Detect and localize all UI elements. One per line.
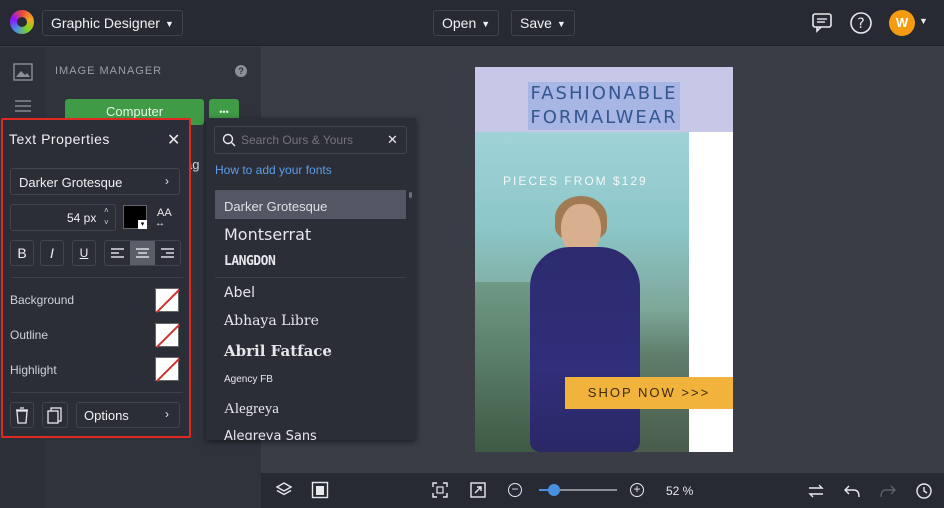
zoom-out-icon[interactable]: − (508, 483, 522, 497)
highlight-color-swatch[interactable] (155, 357, 179, 381)
zoom-slider[interactable] (539, 484, 617, 496)
design-canvas[interactable]: FASHIONABLE FORMALWEAR PIECES FROM $129 … (475, 67, 733, 452)
background-color-swatch[interactable] (155, 288, 179, 312)
project-type-dropdown[interactable]: Graphic Designer ▼ (42, 10, 183, 36)
subtitle-text[interactable]: PIECES FROM $129 (503, 174, 648, 188)
font-search-field[interactable]: ✕ (214, 126, 407, 154)
search-icon (222, 133, 236, 152)
dropdown-icon: ▾ (138, 220, 147, 229)
bold-button[interactable]: B (10, 240, 34, 266)
font-option[interactable]: Montserrat (224, 225, 311, 244)
font-size-stepper[interactable]: 54 px ˄ ˅ (10, 204, 116, 231)
chevron-down-icon[interactable]: ▼ (919, 16, 928, 26)
open-label: Open (442, 15, 477, 31)
save-label: Save (520, 15, 552, 31)
svg-text:?: ? (857, 16, 864, 32)
plant-foliage (475, 282, 535, 452)
font-option[interactable]: Abril Fatface (224, 342, 332, 360)
redo-icon (879, 482, 897, 505)
open-button[interactable]: Open ▼ (433, 10, 500, 36)
chevron-down-icon: ▼ (164, 19, 174, 29)
font-option[interactable]: LANGDON (224, 254, 276, 269)
font-dropdown: ✕ How to add your fonts Darker Grotesque… (206, 118, 416, 440)
outline-color-swatch[interactable] (155, 323, 179, 347)
user-avatar[interactable]: W (889, 10, 915, 36)
duplicate-icon[interactable] (42, 402, 68, 428)
zoom-in-icon[interactable]: + (630, 483, 644, 497)
fit-screen-icon[interactable] (432, 482, 448, 503)
title-line-1: FASHIONABLE (528, 82, 680, 106)
panel-header: IMAGE MANAGER (55, 65, 163, 77)
highlight-label: Highlight (10, 363, 57, 377)
italic-button[interactable]: I (40, 240, 64, 266)
outline-label: Outline (10, 328, 49, 342)
layers-icon[interactable] (275, 481, 293, 504)
font-option[interactable]: Agency FB (224, 374, 273, 385)
text-color-swatch[interactable]: ▾ (123, 205, 147, 229)
shop-now-button[interactable]: SHOP NOW >>> (565, 377, 733, 409)
help-icon[interactable]: ? (235, 65, 247, 77)
title-line-2: FORMALWEAR (528, 106, 680, 130)
help-icon[interactable]: ? (849, 11, 873, 35)
font-size-value: 54 px (67, 211, 97, 225)
chat-icon[interactable] (810, 11, 834, 33)
chevron-down-icon: ▼ (481, 19, 491, 29)
chevron-right-icon: › (165, 174, 169, 188)
font-option[interactable]: Abhaya Libre (224, 313, 319, 329)
model-dress (530, 247, 640, 452)
alignment-group (104, 240, 181, 266)
add-fonts-help-link[interactable]: How to add your fonts (215, 163, 332, 177)
divider (11, 392, 183, 393)
align-left-icon[interactable] (105, 241, 130, 265)
text-properties-panel: Text Properties ✕ Darker Grotesque › 54 … (1, 118, 191, 438)
align-center-icon[interactable] (130, 241, 155, 265)
font-search-input[interactable] (241, 131, 381, 149)
decrement-icon[interactable]: ˅ (104, 218, 109, 227)
template-icon[interactable] (311, 481, 329, 504)
resize-arrows-icon: ↔ (155, 218, 165, 229)
background-label: Background (10, 293, 75, 307)
divider (11, 277, 183, 278)
app-logo-icon[interactable] (10, 10, 34, 34)
zoom-slider-handle[interactable] (548, 484, 560, 496)
project-type-label: Graphic Designer (51, 15, 160, 31)
font-option[interactable]: Alegreya (224, 401, 279, 418)
undo-icon[interactable] (843, 482, 861, 505)
image-icon[interactable] (13, 63, 33, 86)
options-button[interactable]: Options › (76, 402, 180, 428)
zoom-level: 52 % (666, 484, 694, 498)
save-button[interactable]: Save ▼ (511, 10, 575, 36)
swap-icon[interactable] (807, 482, 825, 505)
divider (215, 277, 406, 278)
text-case-button[interactable]: AA ↔ (155, 205, 179, 229)
font-family-value: Darker Grotesque (19, 175, 123, 190)
increment-icon[interactable]: ˄ (104, 206, 109, 215)
align-right-icon[interactable] (155, 241, 180, 265)
text-properties-title: Text Properties (9, 131, 110, 147)
history-icon[interactable] (915, 482, 933, 505)
font-option[interactable]: Darker Grotesque (224, 199, 327, 214)
scrollbar-thumb[interactable] (409, 192, 412, 198)
clear-search-icon[interactable]: ✕ (387, 132, 398, 148)
sliders-icon[interactable] (13, 97, 33, 120)
chevron-down-icon: ▼ (556, 19, 566, 29)
font-option[interactable]: Abel (224, 285, 255, 301)
delete-icon[interactable] (10, 402, 34, 428)
expand-icon[interactable] (470, 482, 486, 503)
options-label: Options (84, 408, 129, 423)
font-option[interactable]: Alegreya Sans (224, 429, 317, 440)
close-icon[interactable]: ✕ (167, 130, 180, 150)
underline-button[interactable]: U (72, 240, 96, 266)
top-bar: Graphic Designer ▼ Open ▼ Save ▼ ? W ▼ (0, 0, 944, 46)
bottom-bar: − + 52 % (261, 473, 944, 508)
chevron-right-icon: › (165, 407, 169, 421)
title-text-box[interactable]: FASHIONABLE FORMALWEAR (475, 67, 733, 132)
font-family-selector[interactable]: Darker Grotesque › (10, 168, 180, 195)
